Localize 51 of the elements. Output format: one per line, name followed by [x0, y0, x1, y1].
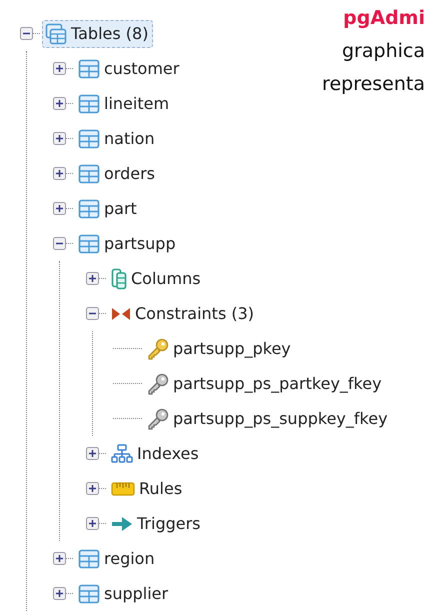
tree-item[interactable]: Rules [108, 476, 188, 501]
tree-item[interactable]: Columns [108, 264, 206, 292]
caption-title: pgAdmi [342, 6, 425, 31]
tree-item[interactable]: Tables (8) [42, 20, 154, 48]
table-icon [78, 94, 100, 114]
tree-item[interactable]: Indexes [108, 440, 204, 466]
key-icon [147, 372, 169, 394]
tree-item[interactable]: Triggers [108, 511, 206, 536]
table-icon [78, 584, 100, 604]
expand-icon[interactable] [86, 272, 99, 285]
key-icon [147, 408, 169, 430]
hierarchy-icon [111, 444, 133, 464]
tree-item[interactable]: region [75, 546, 160, 572]
ruler-icon [111, 480, 135, 496]
collapse-icon[interactable] [86, 307, 99, 320]
tree-item[interactable]: Constraints (3) [108, 301, 260, 326]
expand-icon[interactable] [53, 167, 66, 180]
tree-item[interactable]: nation [75, 126, 160, 152]
tree-item[interactable]: partsupp_pkey [144, 334, 296, 362]
expand-icon[interactable] [86, 517, 99, 530]
tree-item[interactable]: partsupp_ps_partkey_fkey [144, 370, 387, 398]
arrow-icon [111, 514, 133, 532]
tree-item[interactable]: supplier [75, 580, 174, 606]
expand-icon[interactable] [53, 552, 66, 565]
table-icon [78, 164, 100, 184]
tables-icon [45, 22, 67, 44]
tree-item[interactable]: lineitem [75, 90, 174, 116]
expand-icon[interactable] [53, 132, 66, 145]
tree-item[interactable]: part [75, 196, 142, 222]
expand-icon[interactable] [86, 447, 99, 460]
table-icon [78, 198, 100, 218]
tree-item[interactable]: orders [75, 160, 160, 186]
table-icon [78, 58, 100, 78]
expand-icon[interactable] [53, 202, 66, 215]
columns-icon [111, 268, 127, 290]
table-icon [78, 548, 100, 568]
tree-item[interactable]: customer [75, 56, 184, 82]
expand-icon[interactable] [53, 97, 66, 110]
tree-item[interactable]: partsupp_ps_suppkey_fkey [144, 404, 393, 432]
collapse-icon[interactable] [20, 27, 33, 40]
expand-icon[interactable] [86, 482, 99, 495]
key-icon [147, 338, 169, 360]
table-icon [78, 234, 100, 254]
expand-icon[interactable] [53, 62, 66, 75]
caption-text: graphica [341, 39, 425, 64]
collapse-icon[interactable] [53, 237, 66, 250]
table-icon [78, 128, 100, 148]
caption-text: representa [322, 72, 425, 97]
tree-item[interactable]: partsupp [75, 230, 181, 256]
constraints-icon [111, 306, 131, 320]
expand-icon[interactable] [53, 587, 66, 600]
